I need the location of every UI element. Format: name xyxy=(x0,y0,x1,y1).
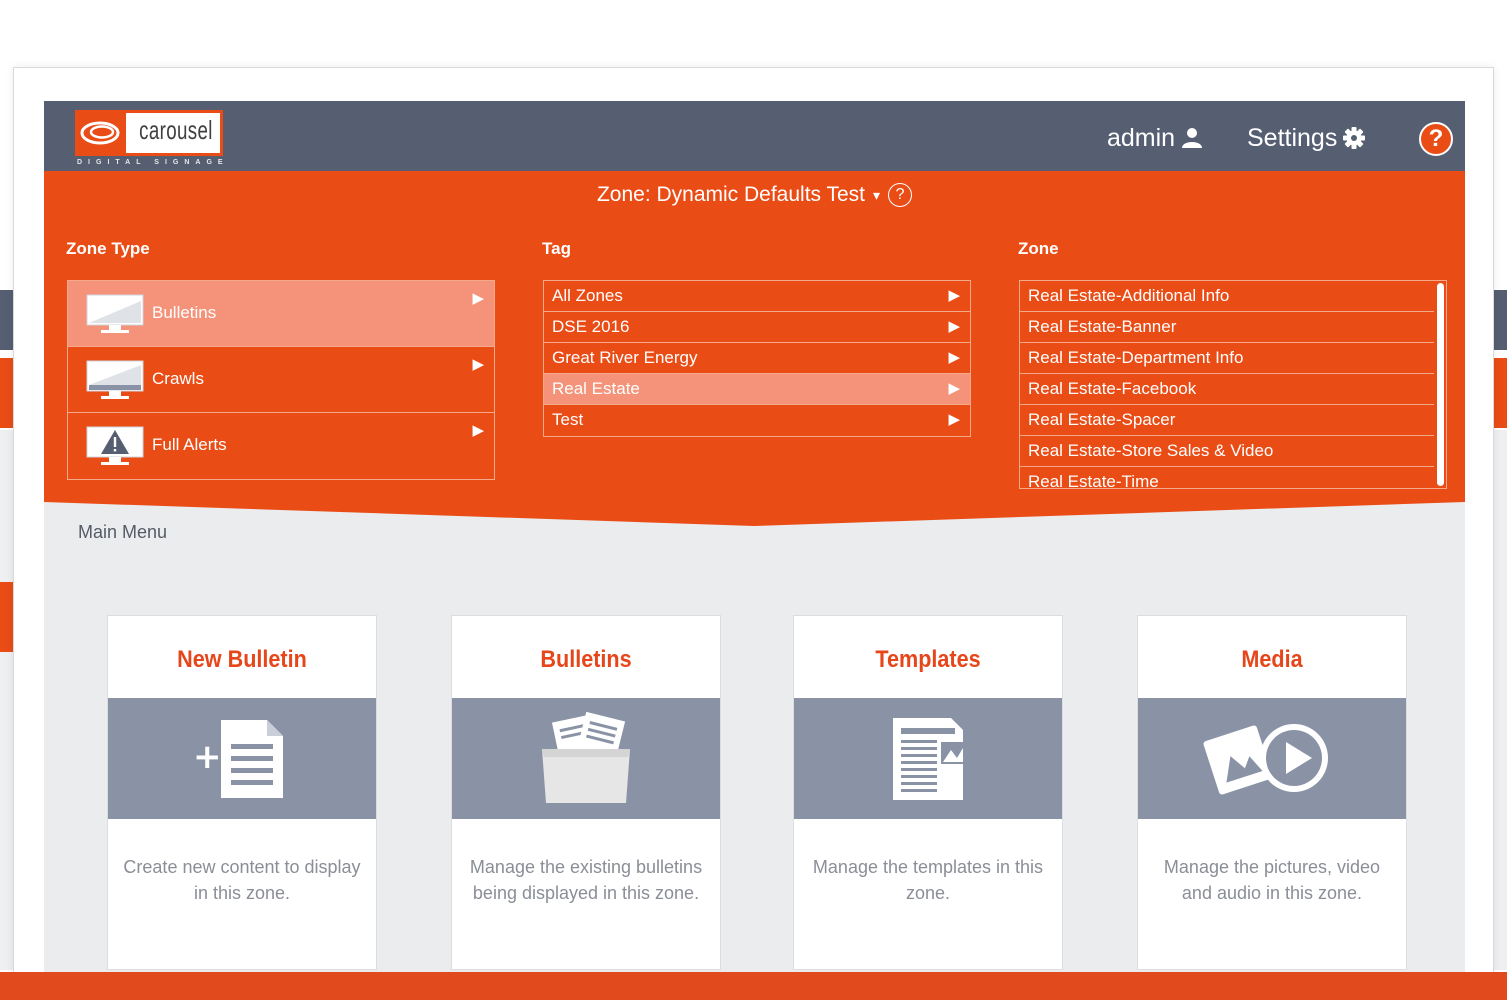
svg-text:+: + xyxy=(193,737,222,777)
arrow-right-icon: ▶ xyxy=(948,287,960,304)
tag-item-great-river-energy[interactable]: Great River Energy ▶ xyxy=(544,343,970,374)
tag-label: All Zones xyxy=(552,286,623,305)
background-page xyxy=(1493,430,1507,970)
media-card[interactable]: Media Manage the pictures, video and aud… xyxy=(1137,615,1407,970)
carousel-swirl-icon xyxy=(80,121,120,145)
zone-type-label: Bulletins xyxy=(152,303,217,322)
card-title: Bulletins xyxy=(540,646,632,673)
logo-background: carousel xyxy=(75,110,223,156)
zone-list-scrollbar[interactable] xyxy=(1437,283,1444,486)
arrow-right-icon: ▶ xyxy=(948,349,960,366)
caret-down-icon: ▾ xyxy=(873,186,881,203)
card-description: Manage the pictures, video and audio in … xyxy=(1163,857,1381,903)
top-navigation-bar: carousel DIGITAL SIGNAGE admin Settings xyxy=(44,101,1465,171)
arrow-right-icon: ▶ xyxy=(472,290,484,307)
zone-list: Real Estate-Additional Info Real Estate-… xyxy=(1019,280,1447,489)
background-header-strip xyxy=(1493,290,1507,350)
zone-item[interactable]: Real Estate-Store Sales & Video xyxy=(1020,436,1434,467)
background-panel xyxy=(0,358,14,428)
tag-label: Real Estate xyxy=(552,379,640,398)
tag-item-dse-2016[interactable]: DSE 2016 ▶ xyxy=(544,312,970,343)
zone-help-icon[interactable]: ? xyxy=(888,183,913,207)
tag-list: All Zones ▶ DSE 2016 ▶ Great River Energ… xyxy=(543,280,971,437)
background-page xyxy=(0,430,14,970)
new-document-icon: + xyxy=(193,719,283,798)
logo-wordmark-box: carousel xyxy=(126,113,220,153)
zone-type-label: Crawls xyxy=(152,369,204,388)
gear-icon xyxy=(1343,127,1366,149)
arrow-right-icon: ▶ xyxy=(472,356,484,373)
card-icon-band xyxy=(452,698,720,819)
zone-panel-pointer xyxy=(44,500,1465,526)
settings-menu[interactable]: Settings xyxy=(1247,121,1366,155)
card-description: Create new content to display in this zo… xyxy=(123,857,361,903)
monitor-icon xyxy=(86,294,144,333)
card-title: New Bulletin xyxy=(177,646,307,673)
zone-selector-panel: Zone: Dynamic Defaults Test ▾ ? Zone Typ… xyxy=(44,171,1465,501)
admin-menu[interactable]: admin xyxy=(1107,121,1203,155)
zone-type-label: Full Alerts xyxy=(152,435,227,454)
zone-type-item-bulletins[interactable]: Bulletins ▶ xyxy=(68,281,494,347)
monitor-crawl-icon xyxy=(86,360,144,399)
card-title: Media xyxy=(1241,646,1303,673)
zone-type-item-crawls[interactable]: Crawls ▶ xyxy=(68,347,494,413)
tag-label: Test xyxy=(552,410,584,429)
tag-item-test[interactable]: Test ▶ xyxy=(544,405,970,436)
background-footer-strip xyxy=(0,972,1507,1000)
tag-label: Great River Energy xyxy=(552,348,698,367)
card-description: Manage the templates in this zone. xyxy=(812,857,1044,903)
screenshot-stage: carousel DIGITAL SIGNAGE admin Settings xyxy=(0,0,1507,1000)
zone-item[interactable]: Real Estate-Spacer xyxy=(1020,405,1434,436)
settings-label: Settings xyxy=(1247,123,1338,152)
logo-tagline: DIGITAL SIGNAGE xyxy=(75,158,223,168)
help-button[interactable]: ? xyxy=(1419,122,1453,156)
background-header-strip xyxy=(0,290,14,350)
logo-wordmark: carousel xyxy=(139,115,213,145)
tag-item-all-zones[interactable]: All Zones ▶ xyxy=(544,281,970,312)
arrow-right-icon: ▶ xyxy=(948,318,960,335)
arrow-right-icon: ▶ xyxy=(948,411,960,428)
carousel-logo[interactable]: carousel DIGITAL SIGNAGE xyxy=(75,110,223,168)
bulletins-card[interactable]: Bulletins Manage the existing bulletins … xyxy=(451,615,721,970)
zone-item[interactable]: Real Estate-Time xyxy=(1020,467,1434,488)
user-icon xyxy=(1182,128,1203,148)
media-play-icon xyxy=(1203,723,1328,795)
zone-item[interactable]: Real Estate-Department Info xyxy=(1020,343,1434,374)
main-menu-heading: Main Menu xyxy=(78,522,168,542)
card-icon-band xyxy=(794,698,1062,819)
zone-title: Zone: Dynamic Defaults Test xyxy=(596,183,866,206)
arrow-right-icon: ▶ xyxy=(472,422,484,439)
zone-title-dropdown[interactable]: Zone: Dynamic Defaults Test ▾ ? xyxy=(44,183,1465,207)
card-description: Manage the existing bulletins being disp… xyxy=(469,857,703,903)
card-icon-band: + xyxy=(108,698,376,819)
zone-item[interactable]: Real Estate-Additional Info xyxy=(1020,281,1434,312)
folder-documents-icon xyxy=(542,711,630,803)
admin-label: admin xyxy=(1107,123,1176,152)
card-icon-band xyxy=(1138,698,1406,819)
background-panel xyxy=(1493,358,1507,428)
carousel-app: carousel DIGITAL SIGNAGE admin Settings xyxy=(44,101,1465,973)
zone-heading: Zone xyxy=(1018,239,1059,258)
templates-card[interactable]: Templates Manage the templates in this z… xyxy=(793,615,1063,970)
tag-item-real-estate[interactable]: Real Estate ▶ xyxy=(544,374,970,405)
zone-type-heading: Zone Type xyxy=(66,239,150,258)
monitor-alert-icon xyxy=(86,426,144,465)
new-bulletin-card[interactable]: New Bulletin + Create new content to dis… xyxy=(107,615,377,970)
zone-item[interactable]: Real Estate-Banner xyxy=(1020,312,1434,343)
zone-item[interactable]: Real Estate-Facebook xyxy=(1020,374,1434,405)
zone-type-list: Bulletins ▶ Crawls ▶ Full Alerts ▶ xyxy=(67,280,495,480)
zone-type-item-full-alerts[interactable]: Full Alerts ▶ xyxy=(68,413,494,479)
tag-label: DSE 2016 xyxy=(552,317,630,336)
arrow-right-icon: ▶ xyxy=(948,380,960,397)
tag-heading: Tag xyxy=(542,239,571,258)
template-icon xyxy=(893,717,965,800)
background-panel xyxy=(0,582,14,652)
card-title: Templates xyxy=(875,646,981,673)
